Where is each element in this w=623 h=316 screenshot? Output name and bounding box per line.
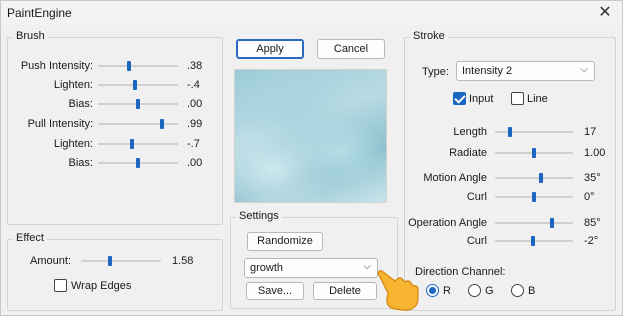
stroke-slider[interactable]: [495, 148, 573, 158]
preset-select[interactable]: growth ⌵: [244, 258, 378, 278]
amount-slider-thumb[interactable]: [108, 256, 112, 266]
stroke-slider-label: Length: [453, 126, 487, 138]
stroke-slider-value: 0°: [584, 191, 595, 203]
brush-slider[interactable]: [98, 158, 178, 168]
stroke-group-label: Stroke: [410, 30, 448, 42]
brush-slider-thumb[interactable]: [127, 61, 131, 71]
chevron-down-icon: ⌵: [363, 261, 371, 272]
brush-slider-thumb[interactable]: [136, 99, 140, 109]
cancel-button[interactable]: Cancel: [317, 39, 385, 59]
stroke-slider-value: 35°: [584, 172, 601, 184]
stroke-slider[interactable]: [495, 127, 573, 137]
paintengine-dialog: PaintEngine ✕ Brush Push Intensity: .38 Li…: [0, 0, 623, 316]
stroke-slider[interactable]: [495, 192, 573, 202]
apply-button[interactable]: Apply: [236, 39, 304, 59]
stroke-slider[interactable]: [495, 173, 573, 183]
stroke-slider-label: Curl: [466, 235, 487, 247]
brush-group-label: Brush: [13, 30, 48, 42]
direction-channel-label: Direction Channel:: [415, 266, 506, 278]
texture-preview: [234, 69, 387, 203]
brush-slider-label: Lighten:: [53, 79, 93, 91]
input-label: Input: [469, 93, 494, 105]
stroke-slider-thumb[interactable]: [531, 236, 535, 246]
brush-slider[interactable]: [98, 80, 178, 90]
stroke-slider-thumb[interactable]: [532, 148, 536, 158]
brush-slider-value: .00: [187, 157, 203, 169]
stroke-slider-thumb[interactable]: [539, 173, 543, 183]
stroke-slider-value: 17: [584, 126, 597, 138]
hand-pointer-icon: [377, 270, 419, 311]
channel-radio-label: B: [528, 285, 536, 297]
stroke-slider-label: Operation Angle: [408, 217, 487, 229]
line-checkbox[interactable]: [511, 92, 524, 105]
brush-slider-thumb[interactable]: [130, 139, 134, 149]
brush-slider-value: -.7: [187, 138, 200, 150]
type-value: Intensity 2: [462, 65, 513, 77]
wrap-edges-checkbox[interactable]: [54, 279, 67, 292]
brush-slider-thumb[interactable]: [133, 80, 137, 90]
brush-slider[interactable]: [98, 61, 178, 71]
amount-value: 1.58: [172, 255, 194, 267]
amount-slider[interactable]: [81, 256, 161, 266]
brush-slider-value: .99: [187, 118, 203, 130]
type-select[interactable]: Intensity 2 ⌵: [456, 61, 595, 81]
brush-slider-value: -.4: [187, 79, 200, 91]
stroke-slider[interactable]: [495, 218, 573, 228]
brush-slider-label: Lighten:: [53, 138, 93, 150]
stroke-slider-value: 1.00: [584, 147, 606, 159]
brush-slider-thumb[interactable]: [160, 119, 164, 129]
channel-radio-r[interactable]: [426, 284, 439, 297]
brush-slider-label: Bias:: [68, 157, 93, 169]
brush-slider-label: Pull Intensity:: [27, 118, 93, 130]
preset-value: growth: [250, 262, 284, 274]
close-icon[interactable]: ✕: [594, 3, 616, 23]
randomize-button[interactable]: Randomize: [247, 232, 323, 251]
channel-radio-g[interactable]: [468, 284, 481, 297]
window-title: PaintEngine: [7, 6, 72, 20]
stroke-slider-thumb[interactable]: [532, 192, 536, 202]
brush-slider[interactable]: [98, 99, 178, 109]
effect-group-label: Effect: [13, 232, 47, 244]
amount-label: Amount:: [30, 255, 71, 267]
brush-slider-value: .38: [187, 60, 203, 72]
stroke-slider-label: Motion Angle: [423, 172, 487, 184]
channel-radio-label: G: [485, 285, 494, 297]
brush-slider-label: Push Intensity:: [20, 60, 93, 72]
brush-slider-label: Bias:: [68, 98, 93, 110]
title-bar: PaintEngine ✕: [1, 1, 622, 25]
settings-group-label: Settings: [236, 210, 282, 222]
channel-radio-b[interactable]: [511, 284, 524, 297]
type-label: Type:: [422, 66, 449, 78]
input-checkbox[interactable]: [453, 92, 466, 105]
wrap-edges-label: Wrap Edges: [71, 280, 132, 292]
brush-slider-thumb[interactable]: [136, 158, 140, 168]
save-button[interactable]: Save...: [246, 282, 304, 300]
stroke-slider-label: Curl: [466, 191, 487, 203]
stroke-slider-thumb[interactable]: [508, 127, 512, 137]
brush-slider-value: .00: [187, 98, 203, 110]
stroke-slider[interactable]: [495, 236, 573, 246]
channel-radio-label: R: [443, 285, 451, 297]
brush-slider[interactable]: [98, 139, 178, 149]
line-label: Line: [527, 93, 548, 105]
stroke-slider-value: -2°: [584, 235, 599, 247]
stroke-slider-value: 85°: [584, 217, 601, 229]
brush-slider[interactable]: [98, 119, 178, 129]
effect-group: Effect: [7, 232, 223, 311]
delete-button[interactable]: Delete: [313, 282, 377, 300]
stroke-slider-label: Radiate: [449, 147, 487, 159]
chevron-down-icon: ⌵: [580, 64, 588, 75]
stroke-slider-thumb[interactable]: [550, 218, 554, 228]
